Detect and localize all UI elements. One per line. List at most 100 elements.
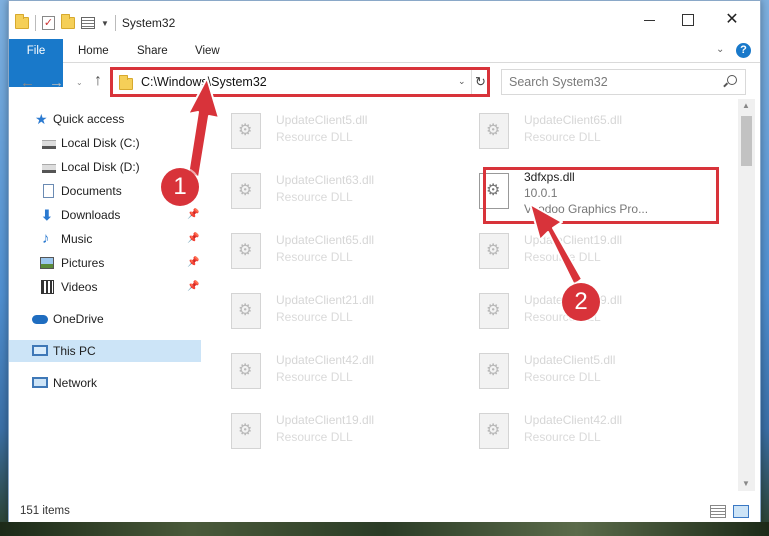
properties-icon[interactable]	[81, 17, 95, 29]
search-box[interactable]	[501, 69, 746, 95]
file-name: UpdateClient65.dll	[524, 113, 623, 127]
separator	[114, 15, 116, 31]
back-arrow-icon[interactable]: ←	[20, 74, 35, 91]
music-icon: ♪	[42, 230, 50, 247]
pin-icon[interactable]: 📌	[187, 228, 199, 250]
file-item[interactable]: UpdateClient65.dll Resource DLL	[471, 107, 703, 155]
recent-locations-icon[interactable]: ⌄	[76, 78, 83, 87]
dll-file-icon	[231, 173, 261, 209]
sidebar-item-network[interactable]: Network	[9, 372, 201, 394]
file-item[interactable]: UpdateClient5.dll Resource DLL	[471, 347, 703, 395]
tab-view[interactable]: View	[195, 39, 220, 63]
scroll-thumb[interactable]	[741, 116, 752, 166]
download-icon: ⬇	[41, 207, 53, 223]
sidebar-item-onedrive[interactable]: OneDrive	[9, 308, 201, 330]
file-item[interactable]: UpdateClient5.dll Resource DLL	[223, 107, 455, 155]
file-name: UpdateClient42.dll	[276, 353, 375, 367]
sidebar-item-label: Music	[61, 232, 93, 246]
sidebar-item-downloads[interactable]: ⬇ Downloads 📌	[9, 204, 201, 226]
file-name: UpdateClient5.dll	[524, 353, 616, 367]
folder-icon	[15, 14, 29, 29]
file-name: UpdateClient42.dll	[524, 413, 623, 427]
sidebar-item-local-disk-c[interactable]: Local Disk (C:)	[9, 132, 201, 154]
sidebar-item-pictures[interactable]: Pictures 📌	[9, 252, 201, 274]
separator	[35, 15, 36, 31]
star-icon: ★	[35, 111, 48, 127]
file-name: UpdateClient19.dll	[524, 233, 623, 247]
sidebar-item-label: Downloads	[61, 208, 121, 222]
sidebar-item-label: Documents	[61, 184, 122, 198]
address-highlight-box	[110, 67, 490, 97]
tab-share[interactable]: Share	[137, 39, 168, 63]
sidebar-item-label: OneDrive	[53, 312, 104, 326]
file-item[interactable]: UpdateClient65.dll Resource DLL	[223, 227, 455, 275]
file-item[interactable]: UpdateClient42.dll Resource DLL	[223, 347, 455, 395]
sidebar-item-videos[interactable]: Videos 📌	[9, 276, 201, 298]
file-type: Resource DLL	[524, 370, 601, 384]
forward-arrow-icon[interactable]: →	[49, 74, 64, 91]
file-item[interactable]: UpdateClient63.dll Resource DLL	[223, 167, 455, 215]
tab-home[interactable]: Home	[78, 39, 109, 63]
ribbon-tabs: File Home Share View ⌄ ?	[9, 39, 760, 87]
file-type: Resource DLL	[524, 430, 601, 444]
new-folder-icon[interactable]	[61, 14, 75, 29]
help-icon[interactable]: ?	[736, 43, 751, 58]
network-icon	[32, 377, 48, 388]
dll-file-icon	[479, 113, 509, 149]
file-type: Resource DLL	[276, 310, 353, 324]
dll-file-icon	[231, 353, 261, 389]
sidebar-item-label: Local Disk (D:)	[61, 160, 140, 174]
status-bar: 151 items	[9, 501, 760, 523]
documents-icon	[43, 184, 54, 198]
sidebar-item-music[interactable]: ♪ Music 📌	[9, 228, 201, 250]
file-item[interactable]: UpdateClient19.dll Resource DLL	[223, 407, 455, 455]
file-item[interactable]: UpdateClient21.dll Resource DLL	[223, 287, 455, 335]
file-list: UpdateClient5.dll Resource DLL UpdateCli…	[209, 101, 739, 491]
sidebar-item-label: Videos	[61, 280, 98, 294]
search-icon[interactable]	[727, 75, 737, 85]
file-highlight-box	[483, 167, 719, 224]
pin-icon[interactable]: 📌	[187, 276, 199, 298]
up-arrow-icon[interactable]: ↑	[94, 72, 102, 90]
step-1-badge: 1	[161, 168, 199, 206]
file-name: UpdateClient63.dll	[276, 173, 375, 187]
pictures-icon	[40, 257, 54, 269]
scroll-down-icon[interactable]: ▼	[742, 479, 750, 488]
navigation-pane: ★ Quick access Local Disk (C:) Local Dis…	[9, 103, 201, 491]
file-type: Resource DLL	[276, 250, 353, 264]
minimize-button[interactable]	[642, 13, 658, 27]
disk-icon	[42, 140, 56, 149]
pin-icon[interactable]: 📌	[187, 252, 199, 274]
computer-icon	[32, 345, 48, 356]
window-title: System32	[121, 16, 176, 30]
properties-check-icon[interactable]: ✓	[42, 16, 55, 30]
file-name: UpdateClient5.dll	[276, 113, 368, 127]
explorer-window: ✓ ▼ System32 ✕ File Home Share View ⌄ ? …	[8, 0, 761, 524]
dll-file-icon	[479, 413, 509, 449]
dll-file-icon	[231, 233, 261, 269]
file-item[interactable]: UpdateClient19.dll Resource DLL	[471, 227, 703, 275]
chevron-down-icon[interactable]: ▼	[101, 19, 109, 28]
pin-icon[interactable]: 📌	[187, 204, 199, 226]
file-item[interactable]: UpdateClient42.dll Resource DLL	[471, 407, 703, 455]
vertical-scrollbar[interactable]: ▲ ▼	[738, 99, 755, 491]
title-bar: ✓ ▼ System32 ✕	[9, 1, 760, 39]
large-icons-view-icon[interactable]	[733, 505, 749, 518]
sidebar-item-label: Network	[53, 376, 98, 390]
scroll-up-icon[interactable]: ▲	[742, 101, 750, 110]
sidebar-item-this-pc[interactable]: This PC	[9, 340, 201, 362]
videos-icon	[41, 280, 54, 294]
sidebar-item-label: This PC	[53, 344, 96, 358]
file-type: Resource DLL	[524, 130, 601, 144]
desktop-background	[0, 522, 769, 536]
maximize-button[interactable]	[680, 13, 696, 27]
quick-access-toolbar: ✓ ▼ System32	[15, 14, 176, 31]
sidebar-item-quick-access[interactable]: ★ Quick access	[9, 108, 201, 130]
item-count: 151 items	[20, 505, 70, 517]
file-type: Resource DLL	[276, 430, 353, 444]
close-button[interactable]: ✕	[724, 12, 740, 28]
dll-file-icon	[479, 353, 509, 389]
details-view-icon[interactable]	[710, 505, 726, 518]
search-input[interactable]	[509, 71, 719, 93]
expand-ribbon-icon[interactable]: ⌄	[716, 44, 724, 55]
